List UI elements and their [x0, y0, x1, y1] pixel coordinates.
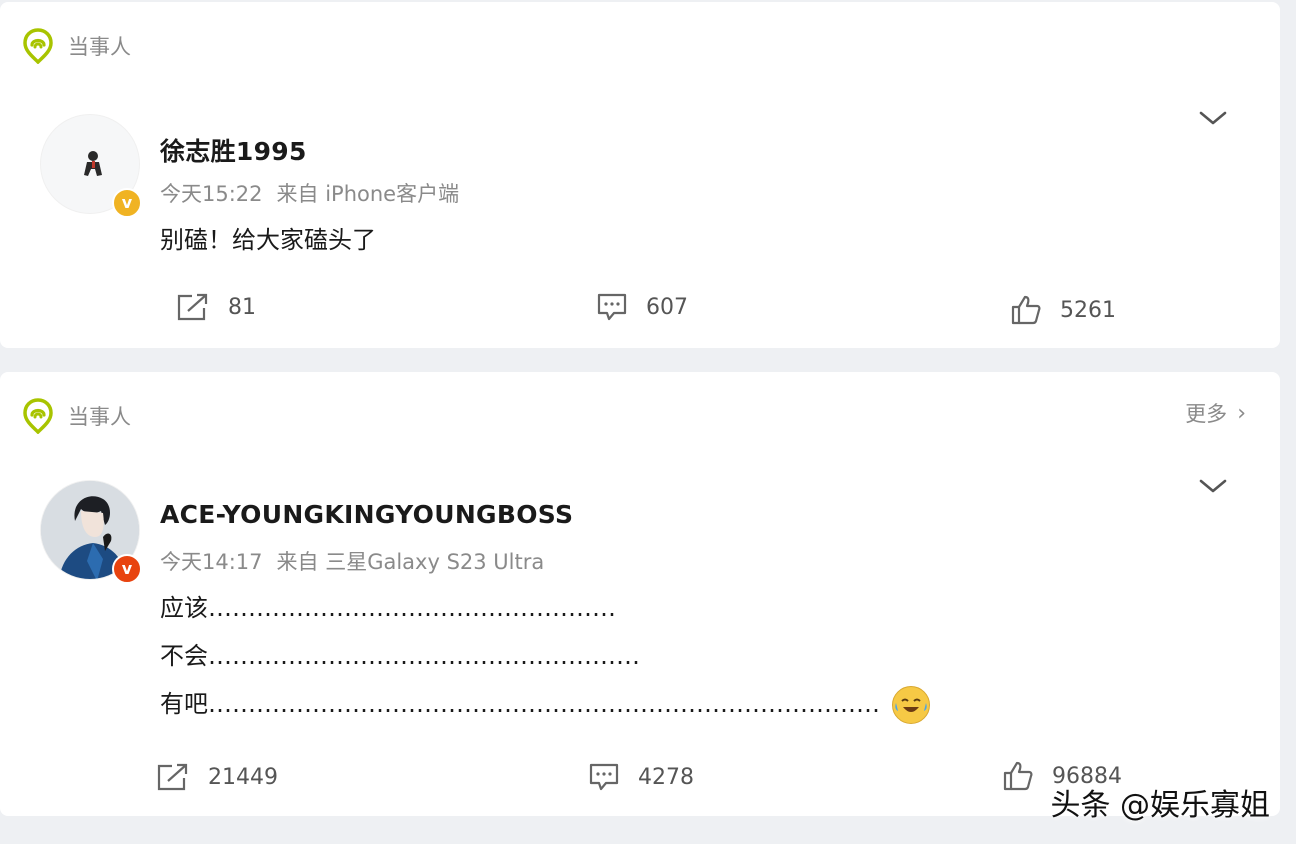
post-card: 当事人 v 徐志胜1995 今天15:22 来自 iPhone客户端 别磕！给大家… — [0, 2, 1280, 348]
username[interactable]: ACE-YOUNGKINGYOUNGBOSS — [160, 500, 573, 529]
post-content: 别磕！给大家磕头了 — [160, 226, 376, 254]
post-tag: 当事人 — [22, 28, 131, 64]
tag-label: 当事人 — [68, 405, 131, 429]
avatar[interactable]: v — [40, 480, 142, 584]
avatar[interactable]: v — [40, 114, 142, 218]
post-tag: 当事人 — [22, 398, 131, 434]
location-pin-icon — [23, 398, 53, 434]
post-content-text: 有吧………………………………………………………………………… — [160, 690, 880, 718]
verified-badge: v — [112, 554, 142, 584]
thumbs-up-icon — [1011, 295, 1041, 325]
post-source: 来自 三星Galaxy S23 Ultra — [276, 550, 545, 574]
like-button[interactable]: 5261 — [1010, 294, 1116, 326]
comment-count: 607 — [646, 294, 688, 320]
comment-count: 4278 — [638, 764, 694, 790]
comment-icon — [589, 763, 619, 791]
post-source: 来自 iPhone客户端 — [276, 182, 460, 206]
repost-count: 81 — [228, 294, 256, 320]
comment-button[interactable]: 4278 — [588, 762, 694, 792]
post-time: 今天14:17 — [160, 550, 263, 574]
chevron-right-icon: › — [1237, 400, 1246, 426]
location-pin-icon — [23, 28, 53, 64]
post-time: 今天15:22 — [160, 182, 263, 206]
chevron-down-icon[interactable] — [1198, 476, 1228, 496]
like-count: 5261 — [1060, 297, 1116, 323]
thumbs-up-icon — [1003, 761, 1033, 791]
repost-icon — [157, 763, 188, 791]
repost-button[interactable]: 21449 — [156, 762, 278, 792]
post-card: 当事人 更多 › v ACE-YOUNGKINGYOUNGBOSS 今天14:1… — [0, 372, 1280, 816]
laughing-crying-emoji-icon — [891, 686, 930, 724]
chevron-down-icon[interactable] — [1198, 108, 1228, 128]
tag-label: 当事人 — [68, 35, 131, 59]
repost-button[interactable]: 81 — [176, 292, 256, 322]
more-link[interactable]: 更多 › — [1185, 398, 1246, 428]
repost-count: 21449 — [208, 764, 278, 790]
more-label: 更多 — [1185, 402, 1228, 426]
post-content-line: 不会……………………………………………… — [160, 642, 640, 670]
username[interactable]: 徐志胜1995 — [160, 132, 307, 168]
post-content-line: 有吧………………………………………………………………………… — [160, 684, 930, 724]
watermark: 头条 @娱乐寡姐 — [1050, 788, 1270, 823]
verified-badge: v — [112, 188, 142, 218]
comment-icon — [597, 293, 627, 321]
repost-icon — [177, 293, 208, 321]
post-meta: 今天15:22 来自 iPhone客户端 — [160, 178, 459, 208]
comment-button[interactable]: 607 — [596, 292, 688, 322]
post-meta: 今天14:17 来自 三星Galaxy S23 Ultra — [160, 546, 544, 576]
post-content-line: 应该…………………………………………… — [160, 594, 616, 622]
